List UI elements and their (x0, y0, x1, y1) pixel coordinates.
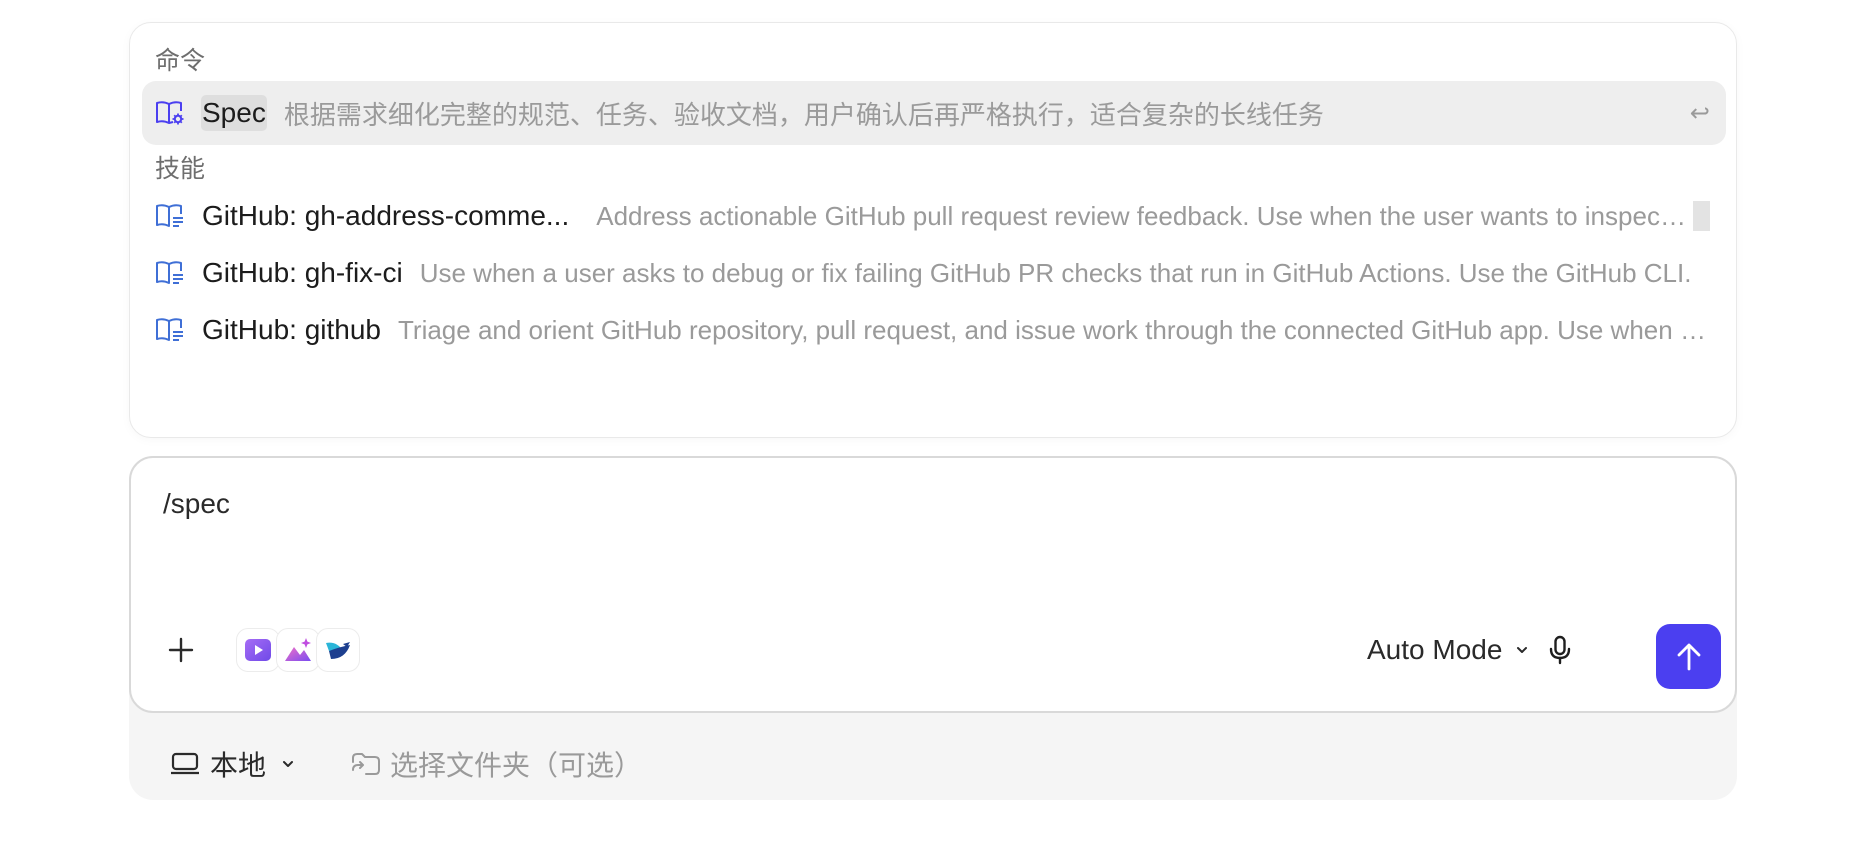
skill-item-github[interactable]: GitHub: github Triage and orient GitHub … (142, 298, 1726, 362)
add-attachment-button[interactable] (161, 630, 201, 670)
skill-title: GitHub: github (202, 314, 381, 345)
skill-title: GitHub: gh-fix-ci (202, 257, 403, 288)
skill-description: Triage and orient GitHub repository, pul… (398, 314, 1710, 345)
message-input[interactable]: /spec (163, 488, 230, 520)
folder-picker-label: 选择文件夹（可选） (390, 750, 643, 781)
environment-label: 本地 (210, 750, 267, 781)
chevron-down-icon (280, 756, 296, 772)
app-shortcuts (236, 628, 360, 672)
spec-book-gear-icon (154, 97, 186, 129)
arrow-up-icon (1677, 643, 1700, 670)
skill-book-icon (154, 314, 186, 346)
laptop-icon (170, 751, 200, 777)
skill-title: GitHub: gh-address-comme... (202, 200, 570, 231)
environment-selector[interactable]: 本地 (170, 744, 296, 784)
mode-label: Auto Mode (1367, 634, 1503, 665)
skill-book-icon (154, 257, 186, 289)
message-composer[interactable]: /spec Auto Mode (129, 456, 1737, 713)
plus-icon (168, 637, 194, 663)
skill-book-icon (154, 200, 186, 232)
send-button[interactable] (1656, 624, 1721, 689)
video-app-icon[interactable] (236, 628, 280, 672)
command-title: Spec (201, 95, 267, 131)
microphone-button[interactable] (1541, 631, 1579, 669)
folder-sync-icon (350, 750, 382, 778)
command-item-spec[interactable]: Spec 根据需求细化完整的规范、任务、验收文档，用户确认后再严格执行，适合复杂… (142, 81, 1726, 145)
mode-selector[interactable]: Auto Mode (1367, 634, 1530, 666)
bird-app-icon[interactable] (316, 628, 360, 672)
microphone-icon (1549, 635, 1571, 665)
skill-description: Use when a user asks to debug or fix fai… (419, 257, 1692, 288)
skills-section-label: 技能 (155, 155, 206, 183)
command-suggestions-popover: 命令 Spec 根据需求细化完整的规范、任务、验收文档，用户确认后再严格执行，适… (129, 22, 1737, 438)
scrollbar-thumb[interactable] (1693, 201, 1710, 231)
commands-section-label: 命令 (155, 47, 206, 75)
skill-item-gh-fix-ci[interactable]: GitHub: gh-fix-ci Use when a user asks t… (142, 241, 1726, 305)
enter-key-icon: ↩ (1689, 99, 1710, 127)
folder-picker[interactable]: 选择文件夹（可选） (350, 744, 642, 784)
skill-item-gh-address-comments[interactable]: GitHub: gh-address-comme... Address acti… (142, 184, 1726, 248)
image-generation-icon[interactable] (276, 628, 320, 672)
chevron-down-icon (1514, 642, 1530, 658)
skill-description: Address actionable GitHub pull request r… (596, 200, 1693, 231)
command-description: 根据需求细化完整的规范、任务、验收文档，用户确认后再严格执行，适合复杂的长线任务 (283, 99, 1324, 130)
